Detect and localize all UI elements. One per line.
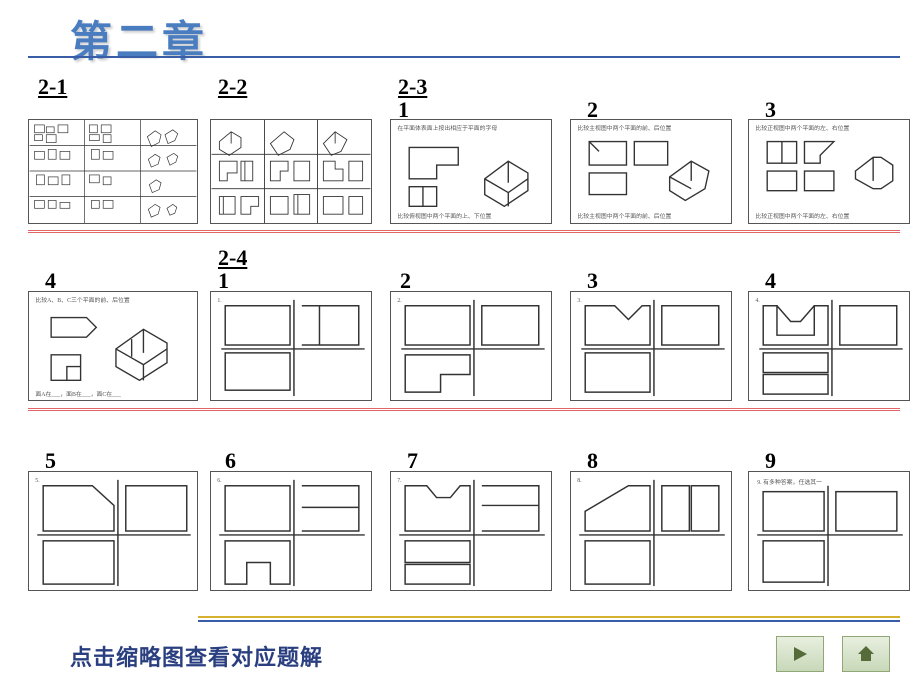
- svg-text:9. 有多种答案，任选其一: 9. 有多种答案，任选其一: [757, 478, 822, 486]
- thumb-2-4-3[interactable]: 3.: [570, 291, 732, 401]
- label-2-2[interactable]: 2-2: [218, 74, 247, 100]
- thumb-2-2[interactable]: [210, 119, 372, 224]
- footer-rule-blue: [198, 620, 900, 622]
- label-2-1[interactable]: 2-1: [38, 74, 67, 100]
- svg-text:比较主视图中两个平面的前、后位置: 比较主视图中两个平面的前、后位置: [577, 124, 671, 132]
- thumb-row2-4[interactable]: 比较A、B、C三个平面的前、后位置 面A在___，面B在___，面C在___: [28, 291, 198, 401]
- thumb-row3-7[interactable]: 7.: [390, 471, 552, 591]
- svg-text:1.: 1.: [217, 298, 222, 304]
- svg-text:7.: 7.: [397, 478, 402, 484]
- next-button[interactable]: [776, 636, 824, 672]
- row-divider-2: [28, 408, 900, 411]
- svg-text:在平面体表面上按出相应于平面的字母: 在平面体表面上按出相应于平面的字母: [397, 124, 497, 132]
- svg-text:8.: 8.: [577, 478, 582, 484]
- svg-text:2.: 2.: [397, 298, 402, 304]
- thumb-2-3-2[interactable]: 比较主视图中两个平面的前、后位置 比较主视图中两个平面的前、后位置: [570, 119, 732, 224]
- svg-text:比较正视图中两个平面的左、右位置: 比较正视图中两个平面的左、右位置: [755, 124, 849, 132]
- svg-text:5.: 5.: [35, 478, 40, 484]
- thumb-2-4-2[interactable]: 2.: [390, 291, 552, 401]
- title-underline: [28, 56, 900, 58]
- thumb-2-1[interactable]: [28, 119, 198, 224]
- thumb-2-4-4[interactable]: 4.: [748, 291, 910, 401]
- footer-hint: 点击缩略图查看对应题解: [70, 640, 323, 672]
- svg-text:比较主视图中两个平面的前、后位置: 比较主视图中两个平面的前、后位置: [577, 212, 671, 220]
- row-divider-1: [28, 230, 900, 233]
- svg-text:3.: 3.: [577, 298, 582, 304]
- thumb-2-3-3[interactable]: 比较正视图中两个平面的左、右位置 比较正视图中两个平面的左、右位置: [748, 119, 910, 224]
- svg-text:比较A、B、C三个平面的前、后位置: 比较A、B、C三个平面的前、后位置: [35, 296, 129, 304]
- nav-buttons: [776, 636, 890, 672]
- chapter-title: 第二章: [70, 8, 208, 69]
- thumb-2-3-1[interactable]: 在平面体表面上按出相应于平面的字母 比较俯视图中两个平面的上、下位置: [390, 119, 552, 224]
- thumb-2-4-1[interactable]: 1.: [210, 291, 372, 401]
- thumb-row3-9[interactable]: 9. 有多种答案，任选其一: [748, 471, 910, 591]
- thumb-row3-8[interactable]: 8.: [570, 471, 732, 591]
- svg-text:比较正视图中两个平面的左、右位置: 比较正视图中两个平面的左、右位置: [755, 212, 849, 220]
- thumb-row3-6[interactable]: 6.: [210, 471, 372, 591]
- thumb-row3-5[interactable]: 5.: [28, 471, 198, 591]
- svg-text:6.: 6.: [217, 478, 222, 484]
- footer-rule-gold: [198, 616, 900, 618]
- svg-text:面A在___，面B在___，面C在___: 面A在___，面B在___，面C在___: [35, 390, 121, 398]
- svg-text:4.: 4.: [755, 298, 760, 304]
- home-button[interactable]: [842, 636, 890, 672]
- svg-text:比较俯视图中两个平面的上、下位置: 比较俯视图中两个平面的上、下位置: [397, 212, 491, 220]
